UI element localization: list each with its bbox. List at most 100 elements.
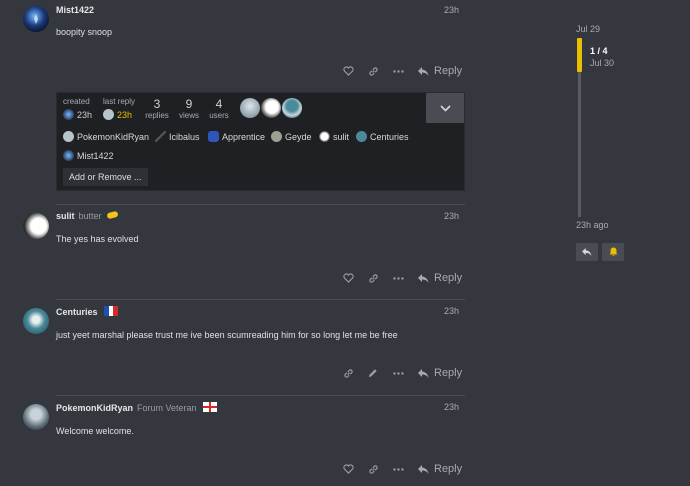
reply-button[interactable]: Reply bbox=[418, 65, 462, 77]
avatar bbox=[356, 131, 367, 142]
edit-icon[interactable] bbox=[365, 365, 381, 381]
participant-name: Geyde bbox=[285, 131, 312, 142]
avatar bbox=[63, 150, 74, 161]
username[interactable]: Mist1422 bbox=[56, 5, 94, 15]
more-icon[interactable] bbox=[390, 270, 406, 286]
expand-summary-button[interactable] bbox=[426, 93, 464, 123]
timeline-position-date: Jul 30 bbox=[590, 58, 615, 68]
last-reply-time: 23h bbox=[117, 109, 133, 120]
participant[interactable]: Apprentice bbox=[208, 131, 265, 142]
post-centuries: Centuries 23h just yeet marshal please t… bbox=[0, 300, 470, 395]
timeline-start-date[interactable]: Jul 29 bbox=[576, 24, 600, 34]
reply-button[interactable]: Reply bbox=[418, 367, 462, 379]
reply-button[interactable]: Reply bbox=[418, 463, 462, 475]
like-icon[interactable] bbox=[340, 461, 356, 477]
post-time[interactable]: 23h bbox=[444, 211, 459, 221]
avatar[interactable] bbox=[282, 98, 302, 118]
participant[interactable]: Mist1422 bbox=[63, 150, 114, 161]
last-reply-stat[interactable]: last reply 23h bbox=[103, 97, 135, 120]
replies-stat: 3 replies bbox=[145, 97, 169, 120]
participant-name: Icibalus bbox=[169, 131, 200, 142]
link-icon[interactable] bbox=[365, 461, 381, 477]
post-actions: Reply bbox=[340, 270, 462, 286]
views-label: views bbox=[178, 111, 199, 120]
participant-name: sulit bbox=[333, 131, 350, 142]
views-stat: 9 views bbox=[177, 97, 201, 120]
flag-france-icon bbox=[104, 306, 119, 316]
reply-icon bbox=[582, 248, 592, 256]
participant[interactable]: Centuries bbox=[356, 131, 409, 142]
more-icon[interactable] bbox=[390, 365, 406, 381]
add-remove-button[interactable]: Add or Remove ... bbox=[63, 168, 148, 186]
user-title: butter bbox=[78, 211, 102, 221]
users-count: 4 bbox=[215, 97, 223, 111]
post-actions: Reply bbox=[340, 365, 462, 381]
reply-icon bbox=[418, 273, 429, 283]
avatar bbox=[103, 109, 114, 120]
created-time: 23h bbox=[77, 109, 93, 120]
participant-name: PokemonKidRyan bbox=[77, 131, 150, 142]
avatar[interactable] bbox=[23, 308, 49, 334]
avatar bbox=[319, 131, 330, 142]
like-icon[interactable] bbox=[340, 270, 356, 286]
participant[interactable]: Icibalus bbox=[155, 131, 200, 142]
username[interactable]: sulit butter bbox=[56, 210, 119, 221]
username[interactable]: PokemonKidRyan Forum Veteran bbox=[56, 402, 218, 413]
participant-name: Apprentice bbox=[222, 131, 266, 142]
link-icon[interactable] bbox=[365, 63, 381, 79]
timeline-reply-button[interactable] bbox=[576, 243, 598, 261]
participant[interactable]: PokemonKidRyan bbox=[63, 131, 149, 142]
reply-icon bbox=[418, 368, 429, 378]
timeline-end-label[interactable]: 23h ago bbox=[576, 220, 609, 230]
reply-label: Reply bbox=[434, 65, 463, 77]
username-text: Centuries bbox=[56, 307, 98, 317]
post-actions: Reply bbox=[340, 63, 462, 79]
avatar[interactable] bbox=[261, 98, 281, 118]
like-icon[interactable] bbox=[340, 63, 356, 79]
participant[interactable]: Geyde bbox=[271, 131, 312, 142]
post-time[interactable]: 23h bbox=[444, 5, 459, 15]
reply-icon bbox=[418, 464, 429, 474]
avatar bbox=[63, 109, 74, 120]
reply-icon bbox=[418, 66, 429, 76]
more-icon[interactable] bbox=[390, 63, 406, 79]
username-text: PokemonKidRyan bbox=[56, 403, 134, 413]
participant-name: Centuries bbox=[370, 131, 409, 142]
post-body: boopity snoop bbox=[56, 27, 113, 37]
timeline-handle[interactable] bbox=[577, 38, 582, 72]
avatar[interactable] bbox=[23, 404, 49, 430]
replies-label: replies bbox=[145, 111, 169, 120]
topic-timeline: Jul 29 1 / 4 Jul 30 23h ago bbox=[576, 0, 686, 486]
post-time[interactable]: 23h bbox=[444, 402, 459, 412]
link-icon[interactable] bbox=[340, 365, 356, 381]
link-icon[interactable] bbox=[365, 270, 381, 286]
post-body: Welcome welcome. bbox=[56, 426, 134, 436]
top-users bbox=[240, 98, 302, 118]
avatar[interactable] bbox=[23, 213, 49, 239]
users-label: users bbox=[209, 111, 229, 120]
avatar[interactable] bbox=[23, 6, 49, 32]
views-count: 9 bbox=[185, 97, 193, 111]
reply-label: Reply bbox=[434, 367, 463, 379]
notification-bell-button[interactable] bbox=[602, 243, 624, 261]
chevron-down-icon bbox=[439, 104, 451, 112]
reply-button[interactable]: Reply bbox=[418, 272, 462, 284]
bell-icon bbox=[609, 247, 617, 257]
avatar bbox=[271, 131, 282, 142]
username[interactable]: Centuries bbox=[56, 306, 119, 317]
created-stat[interactable]: created 23h bbox=[63, 97, 92, 120]
avatar[interactable] bbox=[240, 98, 260, 118]
participant[interactable]: sulit bbox=[319, 131, 349, 142]
more-icon[interactable] bbox=[390, 461, 406, 477]
post-body: The yes has evolved bbox=[56, 234, 139, 244]
post-time[interactable]: 23h bbox=[444, 306, 459, 316]
participant-name: Mist1422 bbox=[77, 150, 114, 161]
created-label: created bbox=[63, 97, 90, 106]
reply-label: Reply bbox=[434, 463, 463, 475]
user-title: Forum Veteran bbox=[137, 403, 197, 413]
topic-summary: created 23h last reply 23h 3 replies 9 v… bbox=[56, 92, 465, 191]
username-text: sulit bbox=[56, 211, 75, 221]
timeline-position: 1 / 4 bbox=[590, 46, 608, 56]
reply-label: Reply bbox=[434, 272, 463, 284]
post-sulit: sulit butter 23h The yes has evolved Repl… bbox=[0, 205, 470, 299]
